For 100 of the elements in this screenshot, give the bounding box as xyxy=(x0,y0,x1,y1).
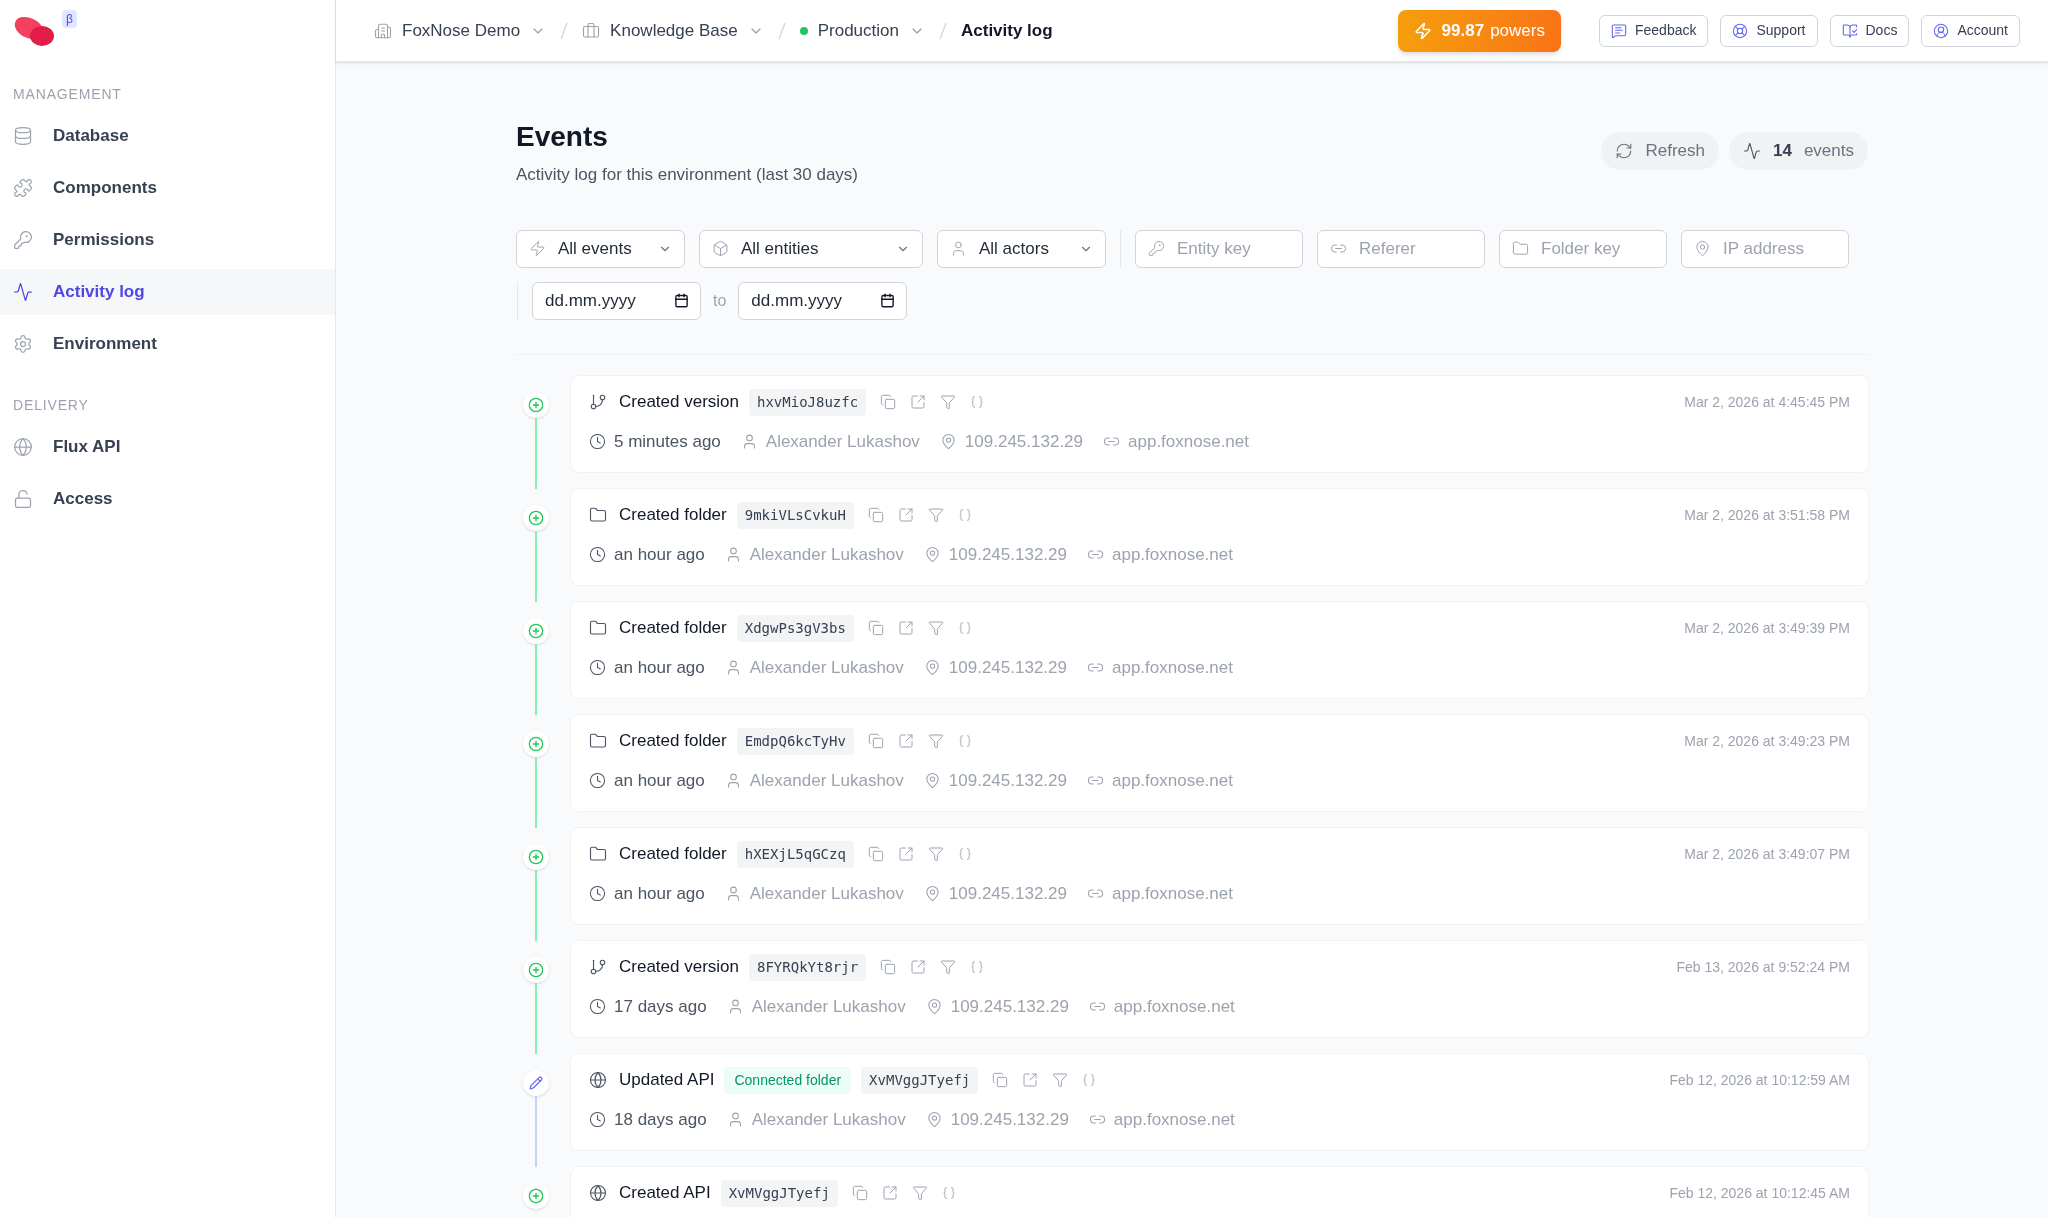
entity-key: hXEXjL5qGCzq xyxy=(736,840,854,868)
copy-icon[interactable] xyxy=(867,846,884,862)
activity-icon xyxy=(13,282,33,302)
lifebuoy-icon xyxy=(1732,22,1749,39)
entity-key: EmdpQ6kcTyHv xyxy=(736,727,854,755)
clock-icon xyxy=(589,545,606,563)
external-link-icon[interactable] xyxy=(897,507,914,523)
header-button[interactable]: Support xyxy=(1720,14,1818,47)
entity-key: 8FYRQkYt8rjr xyxy=(749,953,867,981)
filter-icon[interactable] xyxy=(911,1185,928,1201)
breadcrumb-dropdown[interactable]: FoxNose Demo xyxy=(374,17,547,44)
map-pin-icon xyxy=(1694,239,1711,257)
braces-icon[interactable] xyxy=(957,847,972,861)
plus-circle-icon xyxy=(528,961,544,978)
event-title: Updated API xyxy=(619,1069,715,1092)
map-pin-icon xyxy=(939,432,957,450)
event-count-unit: events xyxy=(1803,140,1854,163)
refresh-button[interactable]: Refresh xyxy=(1601,132,1719,170)
event-date: Feb 13, 2026 at 9:52:24 PM xyxy=(1676,957,1850,977)
filter-select[interactable]: All actors xyxy=(937,229,1106,268)
copy-icon[interactable] xyxy=(880,394,897,410)
braces-icon[interactable] xyxy=(957,508,972,522)
clock-icon xyxy=(589,771,606,789)
copy-icon[interactable] xyxy=(851,1185,868,1201)
event-title: Created version xyxy=(619,956,739,979)
clock-icon xyxy=(589,884,606,902)
event-title: Created folder xyxy=(619,617,727,640)
nav-item[interactable]: Permissions xyxy=(0,217,335,263)
section-heading: DELIVERY xyxy=(12,396,90,415)
braces-icon[interactable] xyxy=(1082,1073,1097,1087)
copy-icon[interactable] xyxy=(867,620,884,636)
clock-icon xyxy=(589,658,606,676)
braces-icon[interactable] xyxy=(957,621,972,635)
key-icon xyxy=(1148,239,1165,257)
filter-icon[interactable] xyxy=(940,959,957,975)
header-button[interactable]: Account xyxy=(1921,14,2020,47)
event-time: an hour ago xyxy=(614,882,705,905)
event-referer: app.foxnose.net xyxy=(1113,1108,1235,1131)
event-ip: 109.245.132.29 xyxy=(950,1108,1069,1131)
nav-item[interactable]: Database xyxy=(0,113,335,159)
event-date: Mar 2, 2026 at 3:49:39 PM xyxy=(1684,618,1850,638)
header-button[interactable]: Docs xyxy=(1829,14,1910,47)
event-date: Mar 2, 2026 at 3:49:07 PM xyxy=(1684,844,1850,864)
filter-icon[interactable] xyxy=(940,394,957,410)
header-button[interactable]: Feedback xyxy=(1598,14,1709,47)
nav-item[interactable]: Flux API xyxy=(0,424,335,470)
nav-item[interactable]: Activity log xyxy=(0,269,335,315)
filter-icon[interactable] xyxy=(927,733,944,749)
copy-icon[interactable] xyxy=(867,733,884,749)
powers-unit: powers xyxy=(1490,19,1545,42)
date-field[interactable]: dd.mm.yyyy xyxy=(738,281,908,320)
event-ip: 109.245.132.29 xyxy=(948,656,1067,679)
braces-icon[interactable] xyxy=(970,395,985,409)
cube-icon xyxy=(712,240,729,257)
map-pin-icon xyxy=(923,545,941,563)
globe-icon xyxy=(589,1184,607,1202)
globe-icon xyxy=(589,1071,607,1089)
filter-input[interactable]: Folder key xyxy=(1499,229,1667,268)
copy-icon[interactable] xyxy=(880,959,897,975)
plus-circle-icon xyxy=(528,622,544,639)
external-link-icon[interactable] xyxy=(881,1185,898,1201)
map-pin-icon xyxy=(923,771,941,789)
filter-icon[interactable] xyxy=(927,507,944,523)
page-subtitle: Activity log for this environment (last 30 days) xyxy=(516,164,859,186)
breadcrumb-separator-icon xyxy=(777,21,786,40)
nav-item[interactable]: Components xyxy=(0,165,335,211)
external-link-icon[interactable] xyxy=(897,620,914,636)
external-link-icon[interactable] xyxy=(910,394,927,410)
braces-icon[interactable] xyxy=(941,1186,956,1200)
filter-input[interactable]: IP address xyxy=(1681,229,1849,268)
braces-icon[interactable] xyxy=(957,734,972,748)
event-actor: Alexander Lukashov xyxy=(749,656,904,679)
external-link-icon[interactable] xyxy=(910,959,927,975)
nav-item[interactable]: Access xyxy=(0,476,335,522)
filter-select[interactable]: All entities xyxy=(699,229,923,268)
copy-icon[interactable] xyxy=(867,507,884,523)
lock-icon xyxy=(13,489,33,509)
braces-icon[interactable] xyxy=(970,960,985,974)
external-link-icon[interactable] xyxy=(1022,1072,1039,1088)
filter-input[interactable]: Entity key xyxy=(1135,229,1303,268)
event-time: 5 minutes ago xyxy=(614,430,721,453)
message-icon xyxy=(1610,22,1627,39)
breadcrumb-dropdown[interactable]: Production xyxy=(799,17,925,44)
copy-icon[interactable] xyxy=(992,1072,1009,1088)
filter-input[interactable]: Referer xyxy=(1317,229,1485,268)
event-title: Created folder xyxy=(619,843,727,866)
external-link-icon[interactable] xyxy=(897,846,914,862)
event-time: an hour ago xyxy=(614,656,705,679)
event-title: Created API xyxy=(619,1182,711,1205)
external-link-icon[interactable] xyxy=(897,733,914,749)
filter-icon[interactable] xyxy=(927,620,944,636)
filter-icon[interactable] xyxy=(927,846,944,862)
lightning-icon xyxy=(529,240,546,257)
event-title: Created version xyxy=(619,391,739,414)
nav-item[interactable]: Environment xyxy=(0,321,335,367)
filter-select[interactable]: All events xyxy=(516,229,685,268)
filter-icon[interactable] xyxy=(1052,1072,1069,1088)
event-actor: Alexander Lukashov xyxy=(751,1108,906,1131)
date-field[interactable]: dd.mm.yyyy xyxy=(532,281,701,320)
breadcrumb-dropdown[interactable]: Knowledge Base xyxy=(582,17,764,44)
